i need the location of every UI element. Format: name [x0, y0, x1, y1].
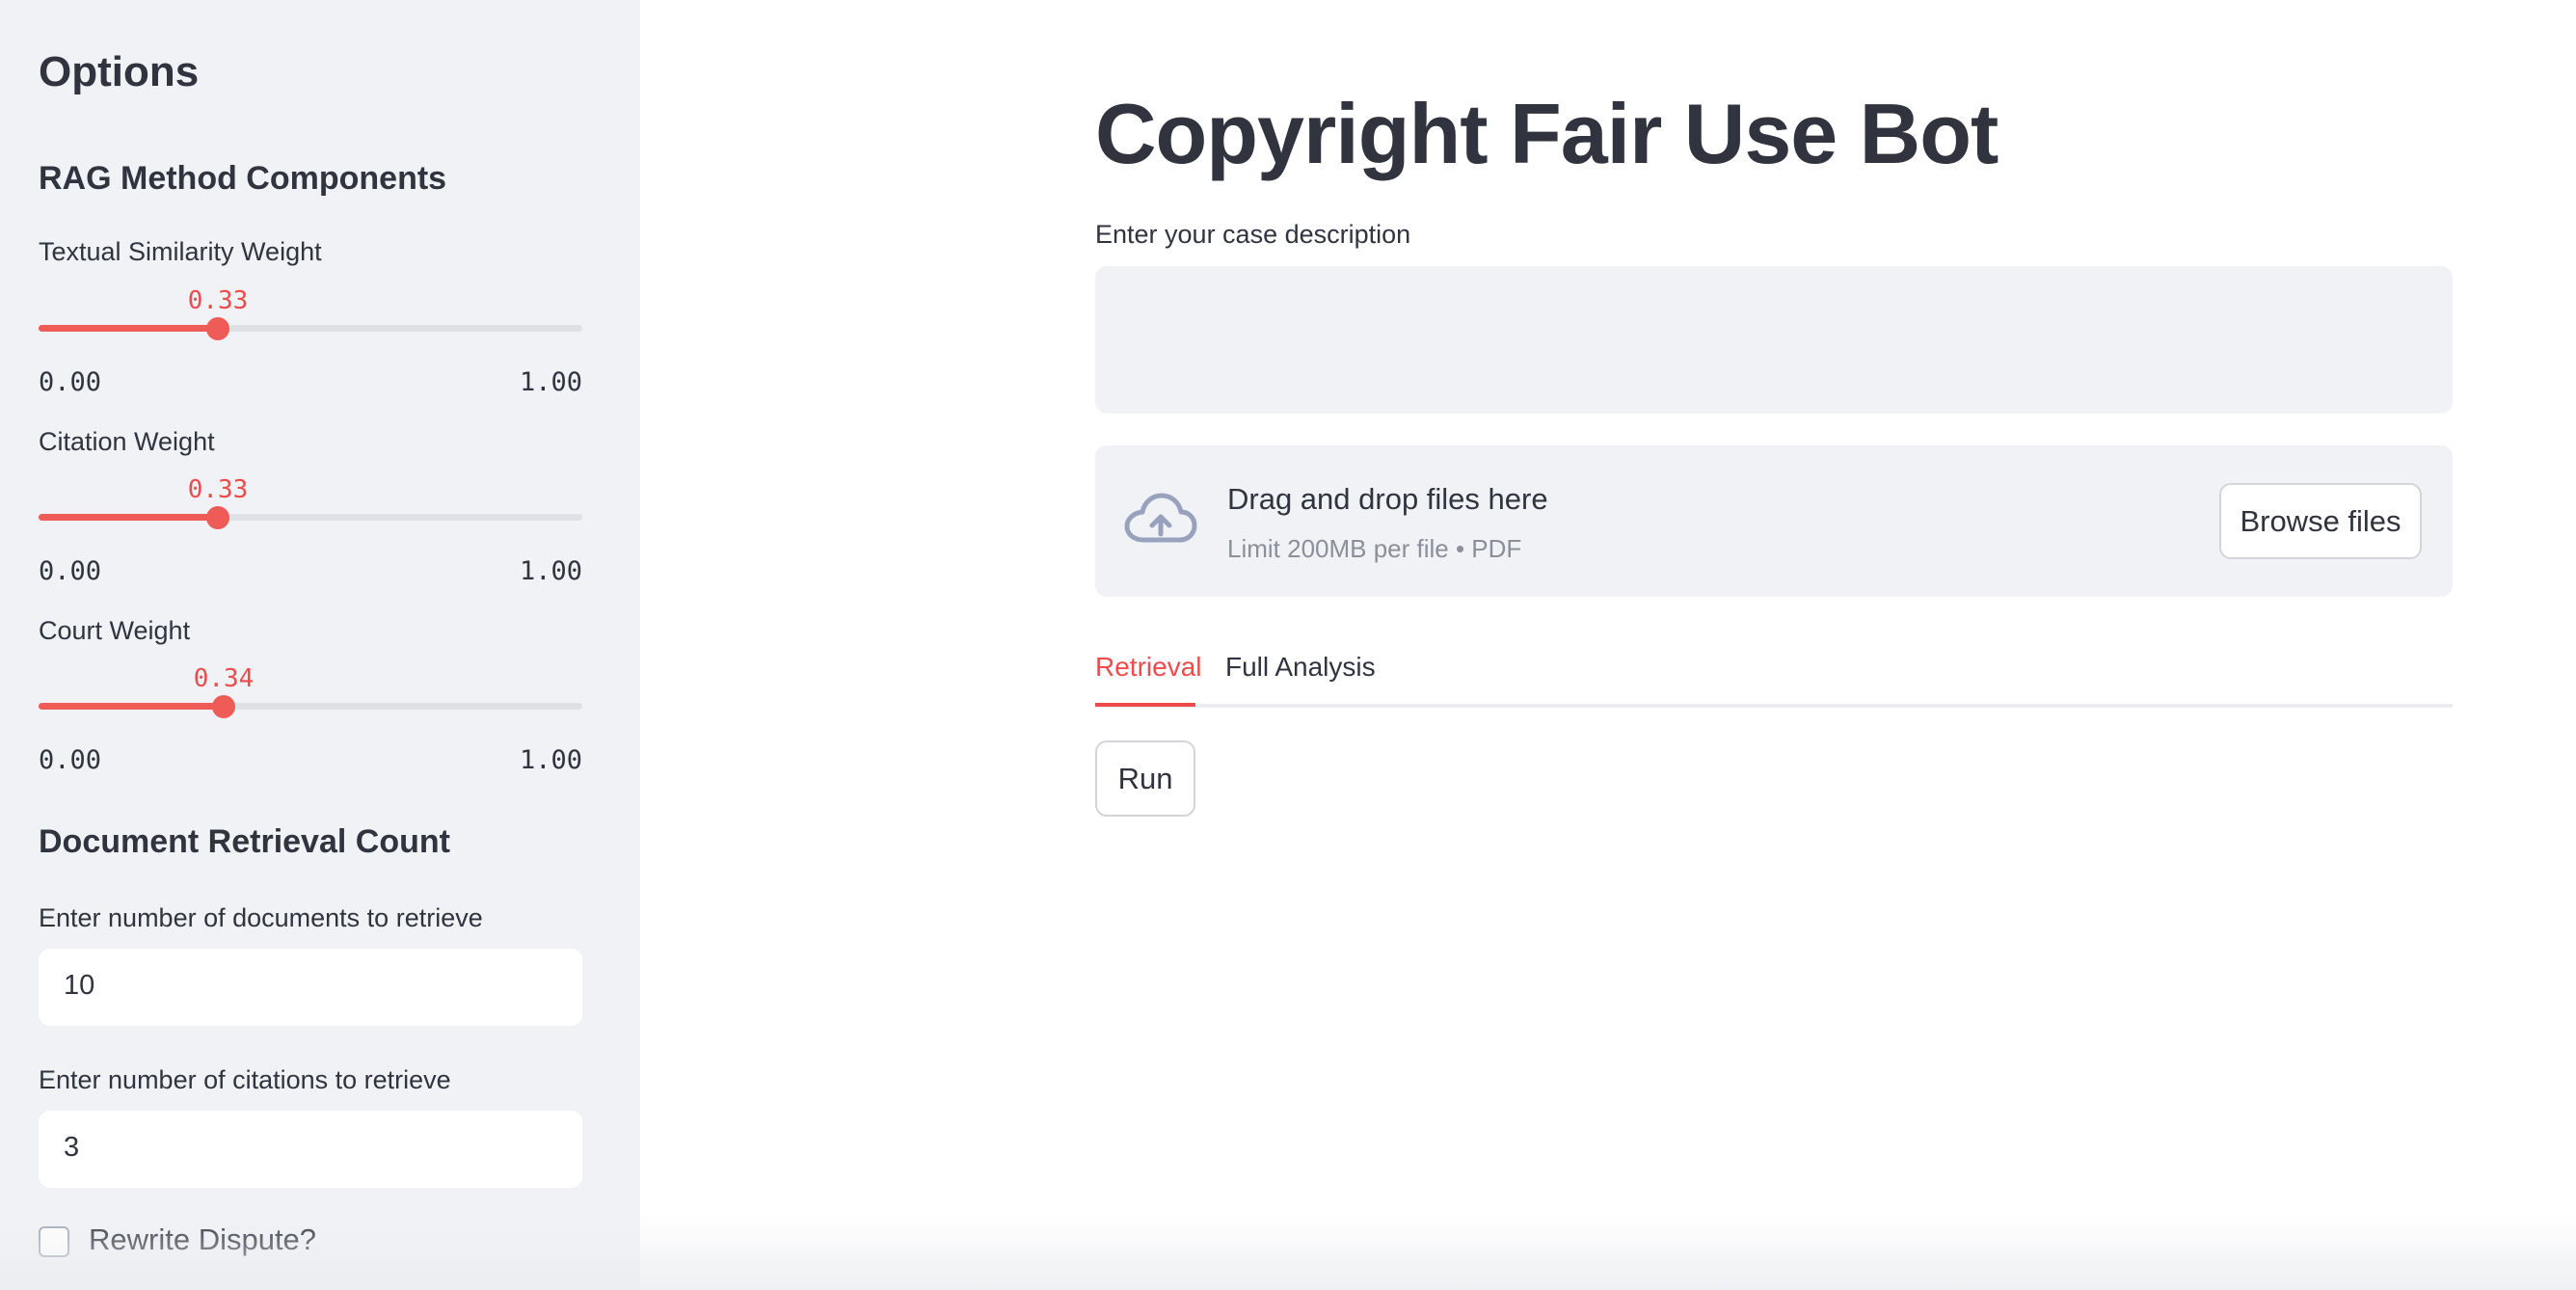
- tab-retrieval[interactable]: Retrieval: [1095, 652, 1201, 683]
- rag-heading: RAG Method Components: [39, 160, 447, 197]
- tab-full-analysis[interactable]: Full Analysis: [1225, 652, 1376, 683]
- slider-value: 0.34: [193, 664, 255, 693]
- slider-thumb[interactable]: [206, 317, 229, 340]
- documents-count-input[interactable]: 10: [39, 949, 582, 1026]
- file-uploader-dropzone[interactable]: Drag and drop files here Limit 200MB per…: [1095, 445, 2453, 597]
- slider-thumb[interactable]: [206, 506, 229, 529]
- documents-label: Enter number of documents to retrieve: [39, 903, 483, 932]
- tab-baseline: [1095, 704, 2453, 708]
- slider-value: 0.33: [187, 286, 249, 315]
- uploader-title: Drag and drop files here: [1227, 482, 1548, 516]
- textual-similarity-slider[interactable]: 0.33 0.00 1.00: [39, 257, 582, 397]
- slider-fill: [39, 703, 224, 710]
- citations-label: Enter number of citations to retrieve: [39, 1065, 451, 1094]
- rewrite-dispute-checkbox[interactable]: [39, 1226, 69, 1257]
- active-tab-indicator: [1095, 703, 1195, 707]
- retrieval-heading: Document Retrieval Count: [39, 823, 450, 860]
- court-weight-slider[interactable]: 0.34 0.00 1.00: [39, 635, 582, 775]
- rewrite-dispute-label[interactable]: Rewrite Dispute?: [89, 1223, 316, 1257]
- run-button[interactable]: Run: [1095, 740, 1195, 817]
- browse-files-button[interactable]: Browse files: [2219, 483, 2422, 559]
- slider-value: 0.33: [187, 475, 249, 504]
- citation-weight-slider[interactable]: 0.33 0.00 1.00: [39, 446, 582, 586]
- slider-min: 0.00: [39, 367, 102, 397]
- slider-fill: [39, 514, 218, 521]
- main-content: Copyright Fair Use Bot Enter your case d…: [640, 0, 2576, 1290]
- slider-max: 1.00: [519, 367, 582, 397]
- cloud-upload-icon: [1124, 493, 1197, 543]
- slider-min: 0.00: [39, 745, 102, 775]
- citations-count-input[interactable]: 3: [39, 1111, 582, 1188]
- case-description-textarea[interactable]: [1095, 266, 2453, 414]
- uploader-limit-text: Limit 200MB per file • PDF: [1227, 534, 1522, 563]
- slider-max: 1.00: [519, 745, 582, 775]
- case-description-label: Enter your case description: [1095, 220, 1411, 249]
- sidebar-title: Options: [39, 48, 200, 95]
- slider-max: 1.00: [519, 556, 582, 586]
- slider-min: 0.00: [39, 556, 102, 586]
- tab-bar: Retrieval Full Analysis: [1095, 642, 2453, 710]
- sidebar: Options RAG Method Components Textual Si…: [0, 0, 640, 1290]
- slider-thumb[interactable]: [212, 695, 235, 718]
- slider-fill: [39, 325, 218, 332]
- page-title: Copyright Fair Use Bot: [1095, 86, 1999, 181]
